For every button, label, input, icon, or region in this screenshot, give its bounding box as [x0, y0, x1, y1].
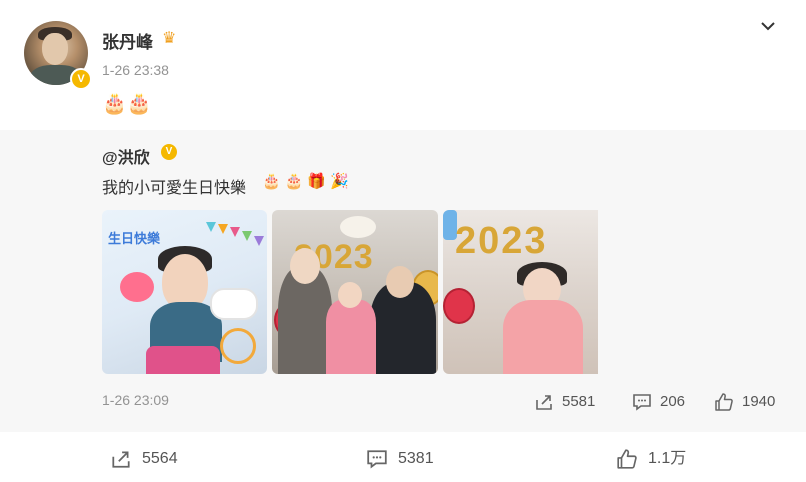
post-text: 🎂🎂 — [102, 93, 152, 115]
original-author[interactable]: @洪欣 — [102, 144, 150, 168]
share-icon — [112, 451, 130, 468]
post-timestamp[interactable]: 1-26 23:38 — [102, 62, 169, 78]
like-count: 1940 — [742, 393, 776, 410]
person-man-head — [386, 266, 414, 298]
weibo-post: V 张丹峰 ♛ 1-26 23:38 🎂🎂 @洪欣 V 我的小可愛生日快樂 🎂🎂… — [0, 0, 806, 482]
person-girl — [326, 300, 376, 374]
share-icon — [536, 395, 552, 410]
person-girl-head — [338, 282, 362, 308]
verified-badge-icon: V — [70, 68, 92, 90]
balloon-number: 2023 — [455, 220, 548, 262]
photo-thumbnail-2[interactable]: 2023 — [272, 210, 438, 374]
share-count: 5564 — [142, 450, 178, 467]
chevron-down-icon[interactable] — [758, 16, 778, 36]
verified-badge-icon: V — [161, 144, 177, 160]
happy-birthday-banner — [206, 222, 264, 246]
original-text: 我的小可愛生日快樂 — [102, 180, 247, 197]
avatar-face — [42, 33, 68, 65]
comment-count: 206 — [660, 393, 686, 410]
red-balloon — [443, 288, 475, 324]
girl-body — [503, 300, 583, 374]
like-count: 1.1万 — [648, 450, 687, 467]
sticker-cloud — [210, 288, 258, 320]
chandelier — [340, 216, 376, 238]
comment-icon — [367, 450, 387, 469]
sticker-blob — [120, 272, 154, 302]
share-count: 5581 — [562, 393, 596, 410]
repost-card[interactable]: @洪欣 V 我的小可愛生日快樂 🎂🎂🎁🎉 生日快樂 2023 2023 1-26… — [0, 130, 806, 432]
comment-icon — [633, 394, 651, 411]
original-timestamp[interactable]: 1-26 23:09 — [102, 392, 169, 408]
thumbs-up-icon — [617, 449, 637, 469]
photo-thumbnail-1[interactable]: 生日快樂 — [102, 210, 267, 374]
sticker-heart — [220, 328, 256, 364]
post-action-bar: 5564 5381 1.1万 — [0, 432, 806, 482]
original-emoji: 🎂🎂🎁🎉 — [262, 173, 353, 190]
author-name[interactable]: 张丹峰 — [102, 28, 153, 53]
crown-icon: ♛ — [162, 30, 177, 47]
photo-thumbnail-3[interactable]: 2023 — [443, 210, 598, 374]
birthday-cake — [146, 346, 220, 374]
comment-count: 5381 — [398, 450, 434, 467]
person-woman-head — [290, 248, 320, 284]
photo-caption: 生日快樂 — [108, 231, 161, 246]
thumbs-up-icon — [715, 393, 733, 411]
